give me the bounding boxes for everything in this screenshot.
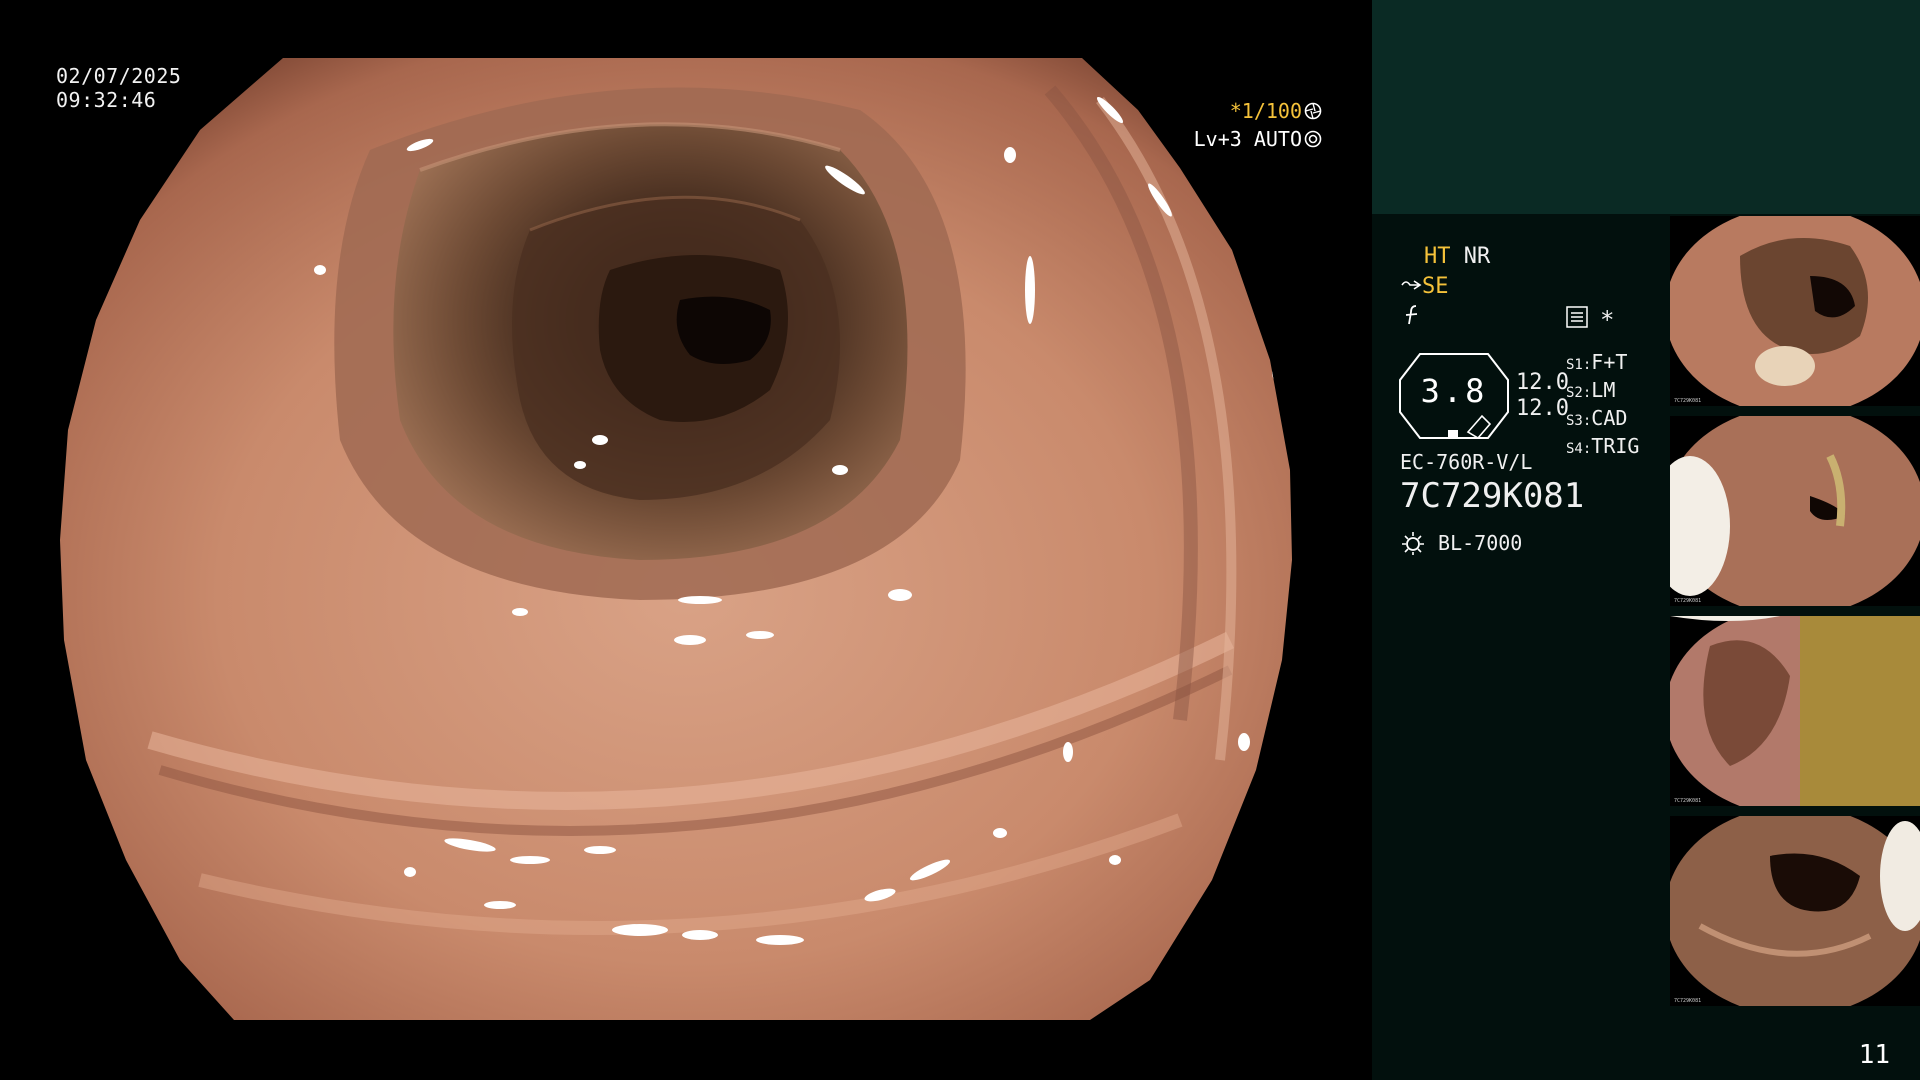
gauge: 3.8 xyxy=(1398,350,1510,442)
thumbnail-1[interactable]: 7C729K081 xyxy=(1670,216,1920,406)
se-row: SE xyxy=(1400,274,1449,299)
asterisk-mark: * xyxy=(1600,306,1615,334)
level-readout: Lv+3 AUTO xyxy=(1194,126,1322,152)
switch-list: S1:F+T S2:LM S3:CAD S4:TRIG xyxy=(1566,350,1666,462)
gauge-upper: 12.0 xyxy=(1516,370,1569,395)
ht-nr-row: HT NR xyxy=(1424,244,1490,269)
switch-s2: S2:LM xyxy=(1566,378,1616,402)
exposure-mode: AUTO xyxy=(1253,127,1302,151)
switch-s1: S1:F+T xyxy=(1566,350,1628,374)
thumbnail-3-serial: 7C729K081 xyxy=(1674,798,1702,804)
capture-time: 09:32:46 xyxy=(56,88,157,112)
shutter-readout: *1/100 xyxy=(1230,98,1322,124)
thumbnail-4[interactable]: 7C729K081 xyxy=(1670,816,1920,1006)
thumbnail-3[interactable]: 7C729K081 xyxy=(1670,616,1920,806)
endoscope-image xyxy=(60,58,1292,1020)
scope-model: EC-760R-V/L xyxy=(1400,450,1533,474)
thumbnail-2-serial: 7C729K081 xyxy=(1674,598,1702,604)
gauge-value: 3.8 xyxy=(1420,372,1488,410)
nr-label: NR xyxy=(1463,244,1491,269)
iris-icon xyxy=(1304,128,1322,148)
thumbnail-2[interactable]: 7C729K081 xyxy=(1670,416,1920,606)
light-source-icon xyxy=(1400,530,1426,556)
image-count: 11 xyxy=(1858,1040,1890,1070)
record-list-icon xyxy=(1566,306,1588,334)
function-f-icon xyxy=(1402,304,1422,332)
brightness-level: Lv+3 xyxy=(1193,127,1242,151)
thumbnail-1-serial: 7C729K081 xyxy=(1674,398,1702,404)
capture-date: 02/07/2025 xyxy=(56,64,182,88)
light-source-row: BL-7000 xyxy=(1400,530,1522,556)
gauge-lower: 12.0 xyxy=(1516,396,1569,421)
panel-header xyxy=(1372,0,1920,214)
switch-s3: S3:CAD xyxy=(1566,406,1628,430)
light-source-model: BL-7000 xyxy=(1438,531,1523,555)
se-label: SE xyxy=(1422,274,1449,299)
scope-serial: 7C729K081 xyxy=(1400,476,1585,516)
thumbnail-4-serial: 7C729K081 xyxy=(1674,998,1702,1004)
endoscopic-view: 02/07/2025 09:32:46 *1/100 Lv+3 AUTO xyxy=(0,0,1372,1080)
aperture-icon xyxy=(1304,100,1322,120)
ht-label: HT xyxy=(1424,244,1451,269)
scope-angle-icon xyxy=(1400,274,1422,292)
switch-s4: S4:TRIG xyxy=(1566,434,1640,458)
shutter-speed: *1/100 xyxy=(1229,99,1302,123)
